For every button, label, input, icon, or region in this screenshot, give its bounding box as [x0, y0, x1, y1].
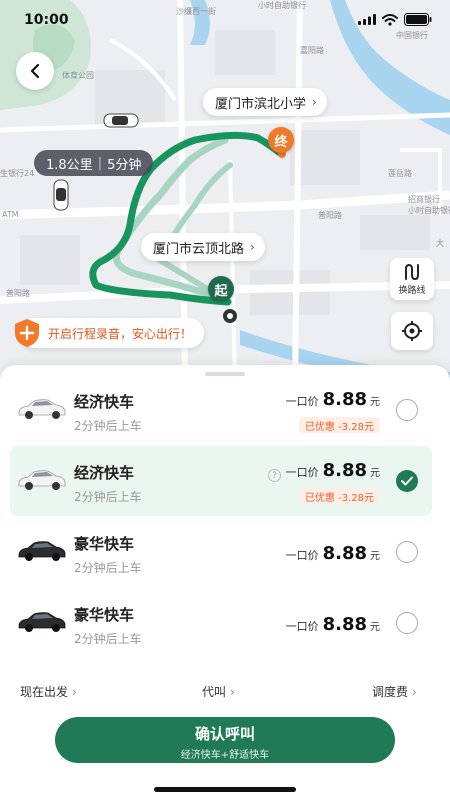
poi-label: 体育公园 — [62, 71, 94, 80]
pickup-pill[interactable]: 厦门市云顶北路 › — [141, 233, 265, 261]
price-unit: 元 — [370, 622, 380, 633]
price-label: 一口价 — [285, 395, 319, 408]
black-car-icon — [18, 612, 66, 632]
black-car-icon — [18, 541, 66, 561]
check-icon — [401, 476, 413, 486]
depart-time-option[interactable]: 现在出发 › — [20, 683, 77, 700]
help-icon[interactable]: ? — [268, 469, 281, 482]
price-unit: 元 — [370, 397, 380, 408]
divider: | — [97, 155, 103, 171]
call-for-others-option[interactable]: 代叫 › — [202, 683, 235, 700]
battery-icon — [404, 13, 432, 26]
ride-eta: 2分钟后上车 — [74, 419, 142, 433]
poi-label: 大 — [436, 239, 444, 248]
signal-icon — [358, 14, 376, 25]
dispatch-fee-label: 调度费 — [372, 685, 409, 699]
price-unit: 元 — [370, 468, 380, 479]
chevron-right-icon: › — [312, 95, 317, 109]
discount-badge: 已优惠 -3.28元 — [298, 488, 380, 504]
ride-option[interactable]: 豪华快车 2分钟后上车 一口价 8.88 元 — [10, 588, 432, 658]
poi-label: ATM — [2, 210, 19, 219]
confirm-call-subtitle: 经济快车+舒适快车 — [180, 750, 270, 761]
ride-radio[interactable] — [396, 612, 418, 634]
route-distance: 1.8公里 — [46, 157, 93, 173]
price: 一口价 8.88 元 — [286, 460, 380, 481]
route-switch-icon — [405, 263, 419, 280]
discount-badge: 已优惠 -3.28元 — [298, 417, 380, 433]
ride-radio-checked[interactable] — [396, 470, 418, 492]
ride-option[interactable]: 豪华快车 2分钟后上车 一口价 8.88 元 — [10, 517, 432, 587]
white-car-icon — [18, 470, 66, 490]
price-unit: 元 — [370, 551, 380, 562]
trip-recording-banner[interactable]: 开启行程录音，安心出行！ — [15, 318, 205, 348]
price-value: 8.88 — [322, 460, 367, 481]
price-value: 8.88 — [322, 389, 367, 410]
street-label: 普阳路 — [318, 211, 342, 220]
locate-me-button[interactable] — [391, 312, 433, 350]
crosshair-icon — [402, 321, 422, 341]
switch-route-label: 换路线 — [398, 285, 426, 296]
ride-option[interactable]: 经济快车 2分钟后上车 一口价 8.88 元 已优惠 -3.28元 — [10, 375, 432, 445]
chevron-right-icon: › — [250, 240, 255, 254]
wifi-icon — [382, 13, 398, 26]
status-bar: 10:00 — [0, 0, 450, 40]
ride-option[interactable]: 经济快车 2分钟后上车 ? 一口价 8.88 元 已优惠 -3.28元 — [10, 446, 432, 516]
shield-plus-icon — [12, 318, 42, 348]
ride-radio[interactable] — [396, 399, 418, 421]
price-label: 一口价 — [285, 549, 319, 562]
confirm-call-title: 确认呼叫 — [194, 725, 255, 743]
ride-eta: 2分钟后上车 — [74, 490, 142, 504]
destination-pill[interactable]: 厦门市滨北小学 › — [203, 88, 327, 116]
ride-name: 经济快车 — [74, 393, 135, 411]
price: 一口价 8.88 元 — [286, 614, 380, 635]
street-label: 莲岳路 — [388, 169, 412, 178]
trip-options-bar: 现在出发 › 代叫 › 调度费 › — [0, 683, 450, 703]
white-car-icon — [18, 399, 66, 419]
status-icons — [358, 13, 432, 26]
ride-eta: 2分钟后上车 — [74, 632, 142, 646]
street-label: 普阳路 — [6, 289, 30, 298]
call-for-others-label: 代叫 — [202, 685, 227, 699]
price: 一口价 8.88 元 — [286, 543, 380, 564]
home-indicator[interactable] — [154, 787, 296, 792]
price-label: 一口价 — [285, 466, 319, 479]
ride-name: 豪华快车 — [74, 535, 135, 553]
trip-recording-text: 开启行程录音，安心出行！ — [48, 326, 193, 341]
confirm-call-button[interactable]: 确认呼叫 经济快车+舒适快车 — [55, 717, 395, 763]
ride-name: 豪华快车 — [74, 606, 135, 624]
ride-eta: 2分钟后上车 — [74, 561, 142, 575]
poi-label: 小时自助银行 — [408, 206, 450, 215]
pickup-label: 厦门市云顶北路 — [153, 241, 245, 257]
route-summary: 1.8公里 | 5分钟 — [34, 150, 154, 176]
dispatch-fee-option[interactable]: 调度费 › — [372, 683, 417, 700]
poi-label: 生银行24 — [0, 169, 35, 178]
street-label: 嘉阳路 — [300, 46, 324, 55]
price: 一口价 8.88 元 — [286, 389, 380, 410]
end-marker: 终 — [268, 127, 294, 153]
start-marker: 起 — [208, 276, 234, 302]
price-value: 8.88 — [322, 614, 367, 635]
chevron-right-icon: › — [72, 685, 77, 699]
price-value: 8.88 — [322, 543, 367, 564]
switch-route-button[interactable]: 换路线 — [390, 258, 434, 300]
back-button[interactable] — [16, 52, 54, 90]
destination-label: 厦门市滨北小学 — [215, 96, 307, 112]
status-time: 10:00 — [24, 12, 69, 28]
chevron-left-icon — [30, 63, 40, 79]
chevron-right-icon: › — [230, 685, 235, 699]
price-label: 一口价 — [285, 620, 319, 633]
route-duration: 5分钟 — [107, 157, 142, 173]
map-view[interactable]: 沙缰西一街 小时自助银行 中国银行 体育公园 嘉阳路 莲岳路 普阳路 招商银行 … — [0, 0, 450, 380]
ride-name: 经济快车 — [74, 464, 135, 482]
ride-radio[interactable] — [396, 541, 418, 563]
depart-time-label: 现在出发 — [20, 685, 69, 699]
ride-options-sheet: 经济快车 2分钟后上车 一口价 8.88 元 已优惠 -3.28元 经济快车 2… — [0, 365, 450, 800]
poi-label: 招商银行 — [408, 195, 440, 204]
chevron-right-icon: › — [412, 685, 417, 699]
